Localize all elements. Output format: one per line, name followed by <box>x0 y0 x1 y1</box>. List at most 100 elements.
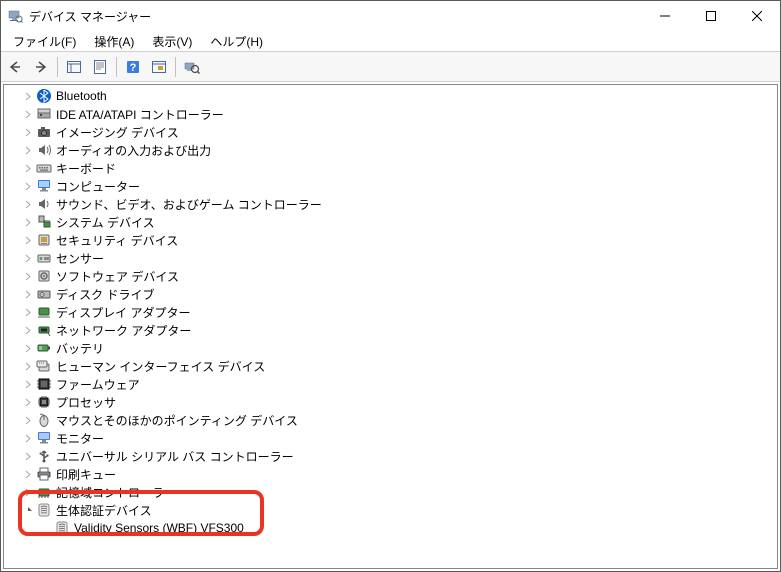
forward-button[interactable] <box>29 55 53 79</box>
tree-node-label: 印刷キュー <box>56 466 116 483</box>
scan-button[interactable] <box>180 55 204 79</box>
chevron-right-icon[interactable] <box>22 213 34 231</box>
tree-node[interactable]: ディスプレイ アダプター <box>4 303 777 321</box>
bluetooth-icon <box>36 88 52 104</box>
usb-icon <box>36 448 52 464</box>
tree-node-label: バッテリ <box>56 340 104 357</box>
properties-button[interactable] <box>88 55 112 79</box>
chevron-right-icon[interactable] <box>22 483 34 501</box>
back-button[interactable] <box>3 55 27 79</box>
tree-node[interactable]: IDE ATA/ATAPI コントローラー <box>4 105 777 123</box>
firmware-icon <box>36 376 52 392</box>
close-button[interactable] <box>734 1 780 31</box>
chevron-right-icon[interactable] <box>22 105 34 123</box>
tree-node[interactable]: ファームウェア <box>4 375 777 393</box>
device-tree[interactable]: Bluetooth IDE ATA/ATAPI コントローラー イメージング デ… <box>3 84 778 569</box>
tree-node[interactable]: セキュリティ デバイス <box>4 231 777 249</box>
tree-node[interactable]: バッテリ <box>4 339 777 357</box>
ide-icon <box>36 106 52 122</box>
tree-node[interactable]: キーボード <box>4 159 777 177</box>
menu-view[interactable]: 表示(V) <box>144 31 200 52</box>
tree-node[interactable]: ユニバーサル シリアル バス コントローラー <box>4 447 777 465</box>
tree-node-label: 生体認証デバイス <box>56 502 152 519</box>
tree-node[interactable]: Bluetooth <box>4 87 777 105</box>
tree-node[interactable]: 記憶域コントローラー <box>4 483 777 501</box>
tree-node-label: サウンド、ビデオ、およびゲーム コントローラー <box>56 196 322 213</box>
processor-icon <box>36 394 52 410</box>
chevron-down-icon[interactable] <box>22 501 34 519</box>
chevron-right-icon[interactable] <box>22 465 34 483</box>
chevron-right-icon[interactable] <box>22 123 34 141</box>
storage-icon <box>36 484 52 500</box>
chevron-right-icon[interactable] <box>22 393 34 411</box>
chevron-right-icon[interactable] <box>22 357 34 375</box>
scan-hardware-button[interactable] <box>147 55 171 79</box>
tree-node-label: コンピューター <box>56 178 140 195</box>
content-area: Bluetooth IDE ATA/ATAPI コントローラー イメージング デ… <box>1 82 780 571</box>
tree-node-label: IDE ATA/ATAPI コントローラー <box>56 106 224 123</box>
chevron-right-icon[interactable] <box>22 249 34 267</box>
tree-node-label: ディスプレイ アダプター <box>56 304 191 321</box>
tree-node-label: モニター <box>56 430 104 447</box>
chevron-right-icon[interactable] <box>22 303 34 321</box>
software-icon <box>36 268 52 284</box>
display-icon <box>36 304 52 320</box>
tree-node[interactable]: ヒューマン インターフェイス デバイス <box>4 357 777 375</box>
tree-node-label: Bluetooth <box>56 89 107 103</box>
chevron-right-icon[interactable] <box>22 87 34 105</box>
tree-node[interactable]: プロセッサ <box>4 393 777 411</box>
app-icon <box>7 8 23 24</box>
security-icon <box>36 232 52 248</box>
tree-node[interactable]: オーディオの入力および出力 <box>4 141 777 159</box>
show-hide-button[interactable] <box>62 55 86 79</box>
tree-node[interactable]: コンピューター <box>4 177 777 195</box>
tree-node[interactable]: センサー <box>4 249 777 267</box>
monitor-icon <box>36 430 52 446</box>
toolbar-separator <box>116 57 117 77</box>
chevron-right-icon[interactable] <box>22 339 34 357</box>
chevron-right-icon[interactable] <box>22 321 34 339</box>
maximize-button[interactable] <box>688 1 734 31</box>
tree-node-biometric[interactable]: 生体認証デバイス <box>4 501 777 519</box>
chevron-right-icon[interactable] <box>22 267 34 285</box>
tree-node[interactable]: ソフトウェア デバイス <box>4 267 777 285</box>
keyboard-icon <box>36 160 52 176</box>
tree-node-label: ファームウェア <box>56 376 140 393</box>
svg-text:?: ? <box>130 62 137 74</box>
system-icon <box>36 214 52 230</box>
chevron-right-icon[interactable] <box>22 141 34 159</box>
help-button[interactable]: ? <box>121 55 145 79</box>
chevron-right-icon[interactable] <box>22 195 34 213</box>
tree-node[interactable]: サウンド、ビデオ、およびゲーム コントローラー <box>4 195 777 213</box>
menu-action[interactable]: 操作(A) <box>86 31 142 52</box>
network-icon <box>36 322 52 338</box>
audio-icon <box>36 142 52 158</box>
tree-node-device[interactable]: Validity Sensors (WBF) VFS300 <box>4 519 777 537</box>
menu-file[interactable]: ファイル(F) <box>5 31 84 52</box>
tree-node[interactable]: マウスとそのほかのポインティング デバイス <box>4 411 777 429</box>
tree-node-label: センサー <box>56 250 104 267</box>
tree-node[interactable]: イメージング デバイス <box>4 123 777 141</box>
tree-node-label: ヒューマン インターフェイス デバイス <box>56 358 265 375</box>
chevron-right-icon[interactable] <box>22 177 34 195</box>
chevron-right-icon[interactable] <box>22 375 34 393</box>
tree-node[interactable]: モニター <box>4 429 777 447</box>
tree-node-label: Validity Sensors (WBF) VFS300 <box>74 521 244 535</box>
tree-node-label: ソフトウェア デバイス <box>56 268 179 285</box>
chevron-right-icon[interactable] <box>22 159 34 177</box>
chevron-right-icon[interactable] <box>22 231 34 249</box>
tree-node[interactable]: システム デバイス <box>4 213 777 231</box>
tree-node[interactable]: ネットワーク アダプター <box>4 321 777 339</box>
minimize-button[interactable] <box>642 1 688 31</box>
disk-icon <box>36 286 52 302</box>
chevron-right-icon[interactable] <box>22 285 34 303</box>
chevron-right-icon[interactable] <box>22 429 34 447</box>
chevron-right-icon[interactable] <box>22 447 34 465</box>
toolbar-separator <box>175 57 176 77</box>
tree-node-label: ネットワーク アダプター <box>56 322 191 339</box>
tree-node[interactable]: ディスク ドライブ <box>4 285 777 303</box>
tree-node-label: イメージング デバイス <box>56 124 179 141</box>
chevron-right-icon[interactable] <box>22 411 34 429</box>
menu-help[interactable]: ヘルプ(H) <box>202 31 271 52</box>
tree-node[interactable]: 印刷キュー <box>4 465 777 483</box>
